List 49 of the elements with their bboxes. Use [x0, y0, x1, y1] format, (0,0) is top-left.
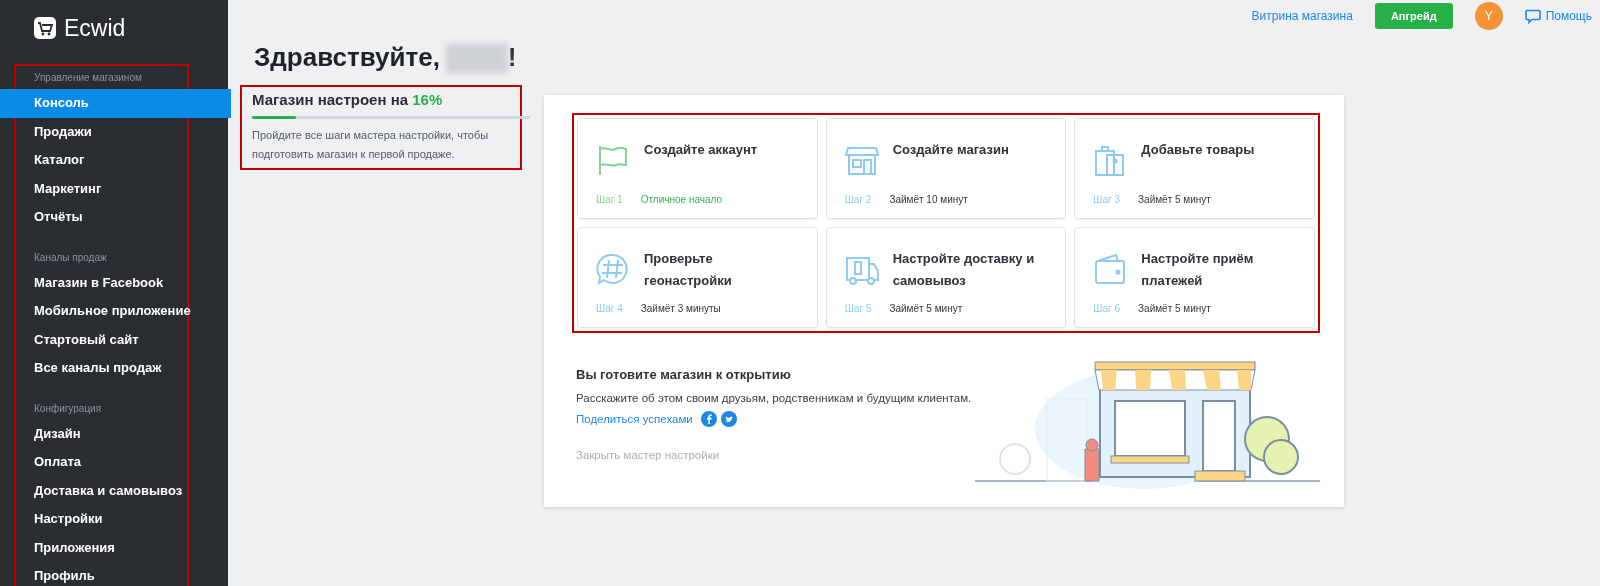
section-title: Управление магазином: [33, 71, 143, 85]
step-title: Добавьте товары: [1141, 141, 1255, 159]
step-note: Отличное начало: [640, 194, 723, 205]
opening-title: Вы готовите магазин к открытию: [576, 367, 792, 382]
step-tile[interactable]: Добавьте товары Шаг 3 Займёт 5 минут: [1074, 118, 1315, 219]
nav-item[interactable]: Магазин в Facebook: [0, 268, 225, 297]
nav-item[interactable]: Профиль: [0, 562, 225, 586]
step-number: Шаг 6: [1093, 303, 1121, 314]
nav-item[interactable]: Дизайн: [0, 419, 225, 448]
share-link[interactable]: Поделиться успехами: [576, 413, 693, 425]
step-tile[interactable]: Настройте доставку и самовывоз Шаг 5 Займёт 5 минут: [825, 227, 1067, 328]
opening-text: Расскажите об этом своим друзьям, родственникам и будущим клиентам.: [576, 392, 972, 404]
step-number: Шаг 2: [844, 194, 872, 205]
step-number: Шаг 3: [1093, 194, 1121, 205]
step-tile[interactable]: Создайте магазин Шаг 2 Займёт 10 минут: [825, 118, 1067, 219]
step-number: Шаг 5: [844, 303, 872, 314]
step-note: Займёт 5 минут: [889, 303, 963, 314]
step-number: Шаг 1: [596, 194, 623, 205]
step-note: Займёт 10 минут: [889, 194, 968, 205]
nav-item[interactable]: Оплата: [0, 448, 225, 477]
nav-item[interactable]: Маркетинг: [0, 174, 225, 203]
step-title: Создайте магазин: [892, 141, 1009, 159]
greeting-text: Здравствуйте,: [254, 42, 440, 73]
step-title: Настройте приём платежей: [1141, 250, 1255, 290]
progress-title: Магазин настроен на 16%: [252, 91, 444, 108]
nav-item[interactable]: Доставка и самовывоз: [0, 476, 225, 505]
step-title: Настройте доставку и самовывоз: [892, 250, 1036, 290]
step-title: Создайте аккаунт: [644, 141, 758, 159]
greeting-mark: !: [507, 42, 517, 73]
nav-item[interactable]: Консоль: [0, 89, 231, 118]
step-number: Шаг 4: [596, 303, 623, 314]
nav-item[interactable]: Продажи: [0, 117, 225, 146]
nav-item[interactable]: Приложения: [0, 533, 225, 562]
nav-item[interactable]: Настройки: [0, 505, 225, 534]
nav-item[interactable]: Все каналы продаж: [0, 354, 225, 383]
logo-text: Ecwid: [64, 14, 126, 42]
progress-description: Пройдите все шаги мастера настройки, чтобы подготовить магазин к первой продаже.: [252, 128, 490, 162]
nav-item[interactable]: Стартовый сайт: [0, 325, 225, 354]
section-title: Каналы продаж: [33, 250, 108, 265]
section-title: Конфигурация: [33, 401, 103, 416]
step-note: Займёт 5 минут: [1138, 194, 1211, 205]
step-tile[interactable]: Настройте приём платежей Шаг 6 Займёт 5 минут: [1074, 227, 1315, 328]
step-title: Проверьте геонастройки: [644, 250, 733, 290]
nav-item[interactable]: Каталог: [0, 146, 225, 175]
step-tile[interactable]: Проверьте геонастройки Шаг 4 Займёт 3 минуты: [577, 227, 818, 328]
nav-item[interactable]: Отчёты: [0, 203, 225, 232]
step-note: Займёт 5 минут: [1138, 303, 1211, 314]
step-note: Займёт 3 минуты: [640, 303, 721, 314]
step-tile[interactable]: Создайте аккаунт Шаг 1 Отличное начало: [577, 118, 818, 219]
